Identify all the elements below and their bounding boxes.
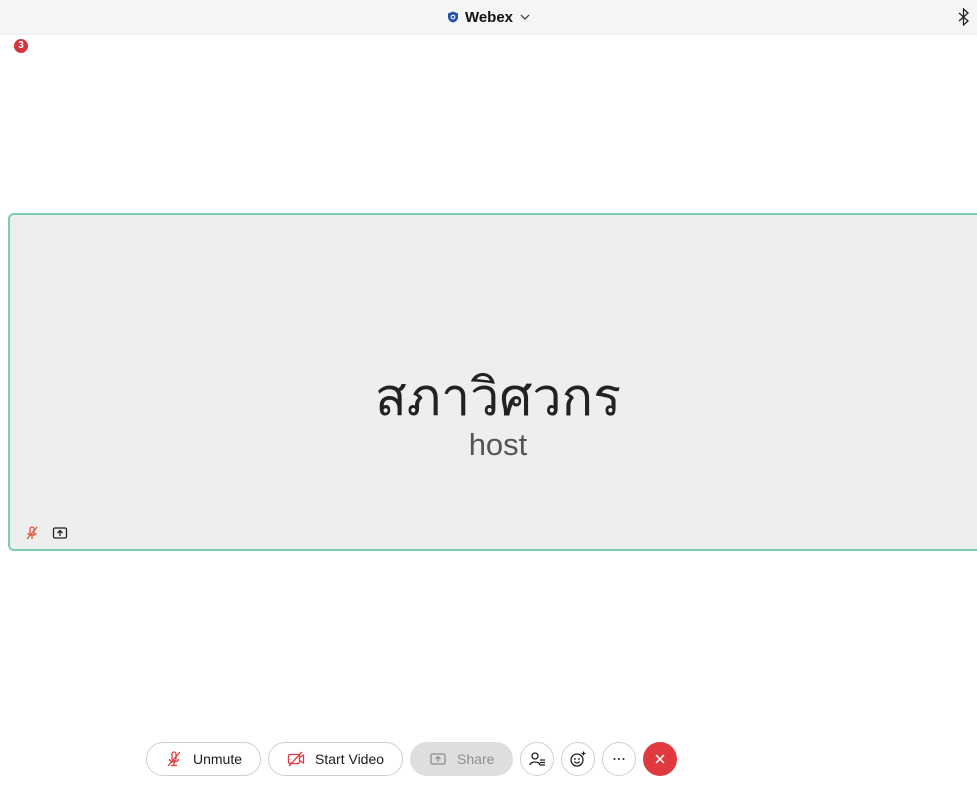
- share-label: Share: [457, 751, 495, 767]
- participants-icon: [529, 752, 546, 766]
- chevron-down-icon[interactable]: [520, 12, 530, 22]
- participant-name: สภาวิศวกร: [374, 368, 622, 428]
- share-icon: [52, 527, 68, 539]
- unmute-label: Unmute: [193, 751, 243, 767]
- tile-status-icons: [24, 525, 68, 541]
- start-video-label: Start Video: [315, 751, 385, 767]
- video-off-icon: [287, 751, 305, 767]
- share-icon: [430, 753, 446, 765]
- leave-meeting-button[interactable]: [643, 742, 678, 776]
- top-bar: Webex: [0, 0, 977, 35]
- more-options-button[interactable]: [602, 742, 637, 776]
- close-icon: [655, 754, 665, 764]
- participant-role: host: [468, 427, 528, 462]
- reactions-button[interactable]: [561, 742, 596, 776]
- meeting-controls: Unmute Start Video Share: [146, 741, 678, 777]
- reactions-icon: [570, 751, 586, 767]
- more-icon: [613, 758, 625, 760]
- participants-button[interactable]: [520, 742, 555, 776]
- unmute-button[interactable]: Unmute: [146, 742, 262, 776]
- meeting-title[interactable]: Webex: [0, 0, 977, 34]
- participant-video-tile[interactable]: สภาวิศวกร host: [8, 213, 977, 551]
- app-title: Webex: [464, 8, 514, 26]
- start-video-button[interactable]: Start Video: [268, 742, 404, 776]
- bluetooth-icon: [958, 8, 969, 26]
- mic-muted-icon: [167, 751, 181, 767]
- share-button[interactable]: Share: [410, 742, 514, 776]
- shield-icon: [447, 11, 458, 23]
- notification-badge[interactable]: 3: [14, 39, 28, 53]
- mic-muted-icon: [26, 526, 38, 540]
